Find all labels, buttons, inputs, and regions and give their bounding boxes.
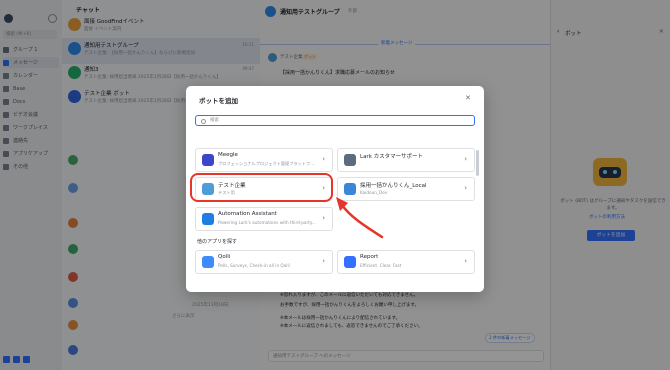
chevron-right-icon: › bbox=[322, 257, 325, 265]
bot-card-meegle[interactable]: Meegle プロフェッショナルプロジェクト管理プラットフォーム › bbox=[195, 148, 333, 172]
annotation-text: 企業様ごとに作成していただいたカスタムアプリを選択 bbox=[268, 241, 468, 250]
annotation-arrow bbox=[336, 197, 384, 239]
dialog-title: ボットを追加 bbox=[199, 97, 238, 105]
app-card-qolli[interactable]: Qolli Polls, Surveys, Check-in all in Qo… bbox=[195, 250, 333, 274]
chevron-right-icon: › bbox=[464, 184, 467, 192]
app-card-report[interactable]: Report Efficient. Clear. Fast › bbox=[337, 250, 475, 274]
automation-icon bbox=[202, 213, 214, 225]
close-icon[interactable]: ✕ bbox=[465, 94, 471, 102]
highlight-box bbox=[190, 173, 333, 202]
section-label: 他のアプリを探す bbox=[197, 239, 238, 245]
chevron-right-icon: › bbox=[464, 155, 467, 163]
bot-card-automation-assistant[interactable]: Automation Assistant Powering Lark's aut… bbox=[195, 207, 333, 231]
chevron-right-icon: › bbox=[464, 257, 467, 265]
chevron-right-icon: › bbox=[322, 155, 325, 163]
bot-card-lark-support[interactable]: Lark カスタマーサポート › bbox=[337, 148, 475, 172]
meegle-icon bbox=[202, 154, 214, 166]
search-icon bbox=[201, 119, 206, 124]
search-input[interactable]: 検索 bbox=[195, 115, 475, 126]
report-icon bbox=[344, 256, 356, 268]
qolli-icon bbox=[202, 256, 214, 268]
chevron-right-icon: › bbox=[322, 214, 325, 222]
support-icon bbox=[344, 154, 356, 166]
scrollbar[interactable] bbox=[476, 150, 479, 176]
